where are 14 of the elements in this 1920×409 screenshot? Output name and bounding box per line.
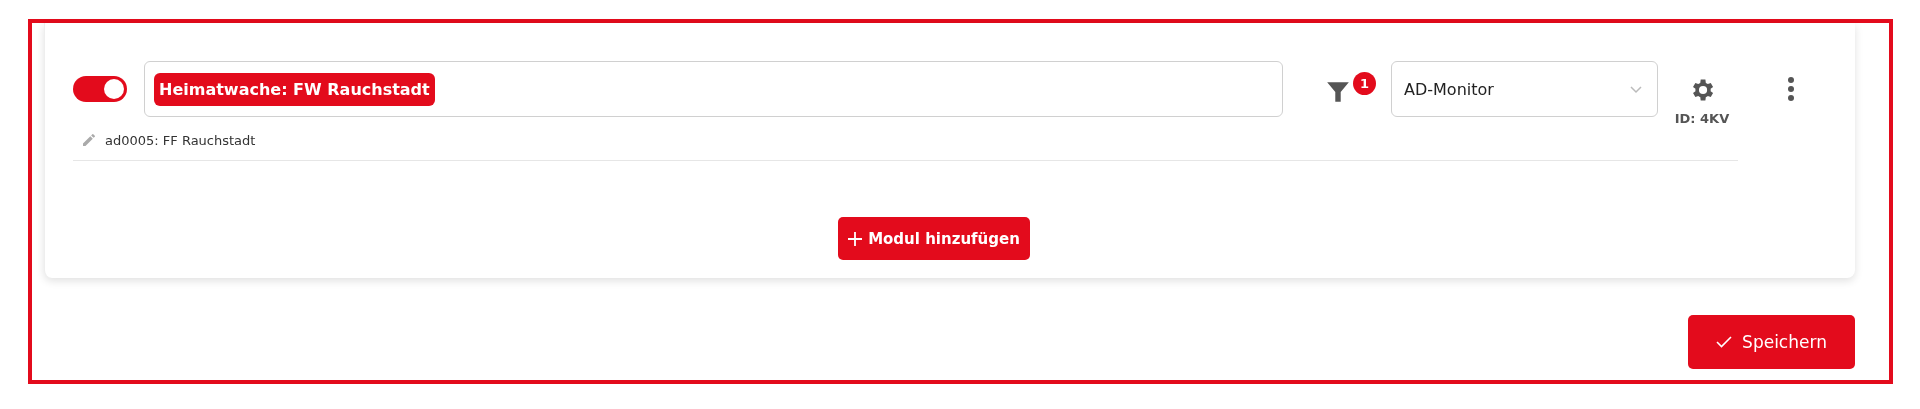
title-field[interactable]: Heimatwache: FW Rauchstadt	[144, 61, 1283, 117]
more-menu-icon[interactable]	[1787, 75, 1795, 103]
type-dropdown[interactable]: AD-Monitor	[1391, 61, 1658, 117]
add-module-button[interactable]: Modul hinzufügen	[838, 217, 1030, 260]
save-button[interactable]: Speichern	[1688, 315, 1855, 369]
module-id-label: ID: 4KV	[1674, 111, 1730, 126]
station-chip: Heimatwache: FW Rauchstadt	[154, 72, 435, 106]
checkmark-icon	[1716, 336, 1733, 348]
filter-count-badge: 1	[1353, 72, 1376, 95]
plus-icon	[848, 231, 863, 246]
enable-toggle[interactable]	[73, 76, 127, 102]
station-subtitle: ad0005: FF Rauchstadt	[105, 132, 256, 148]
filter-icon[interactable]	[1325, 79, 1351, 105]
chevron-down-icon	[1629, 84, 1643, 94]
